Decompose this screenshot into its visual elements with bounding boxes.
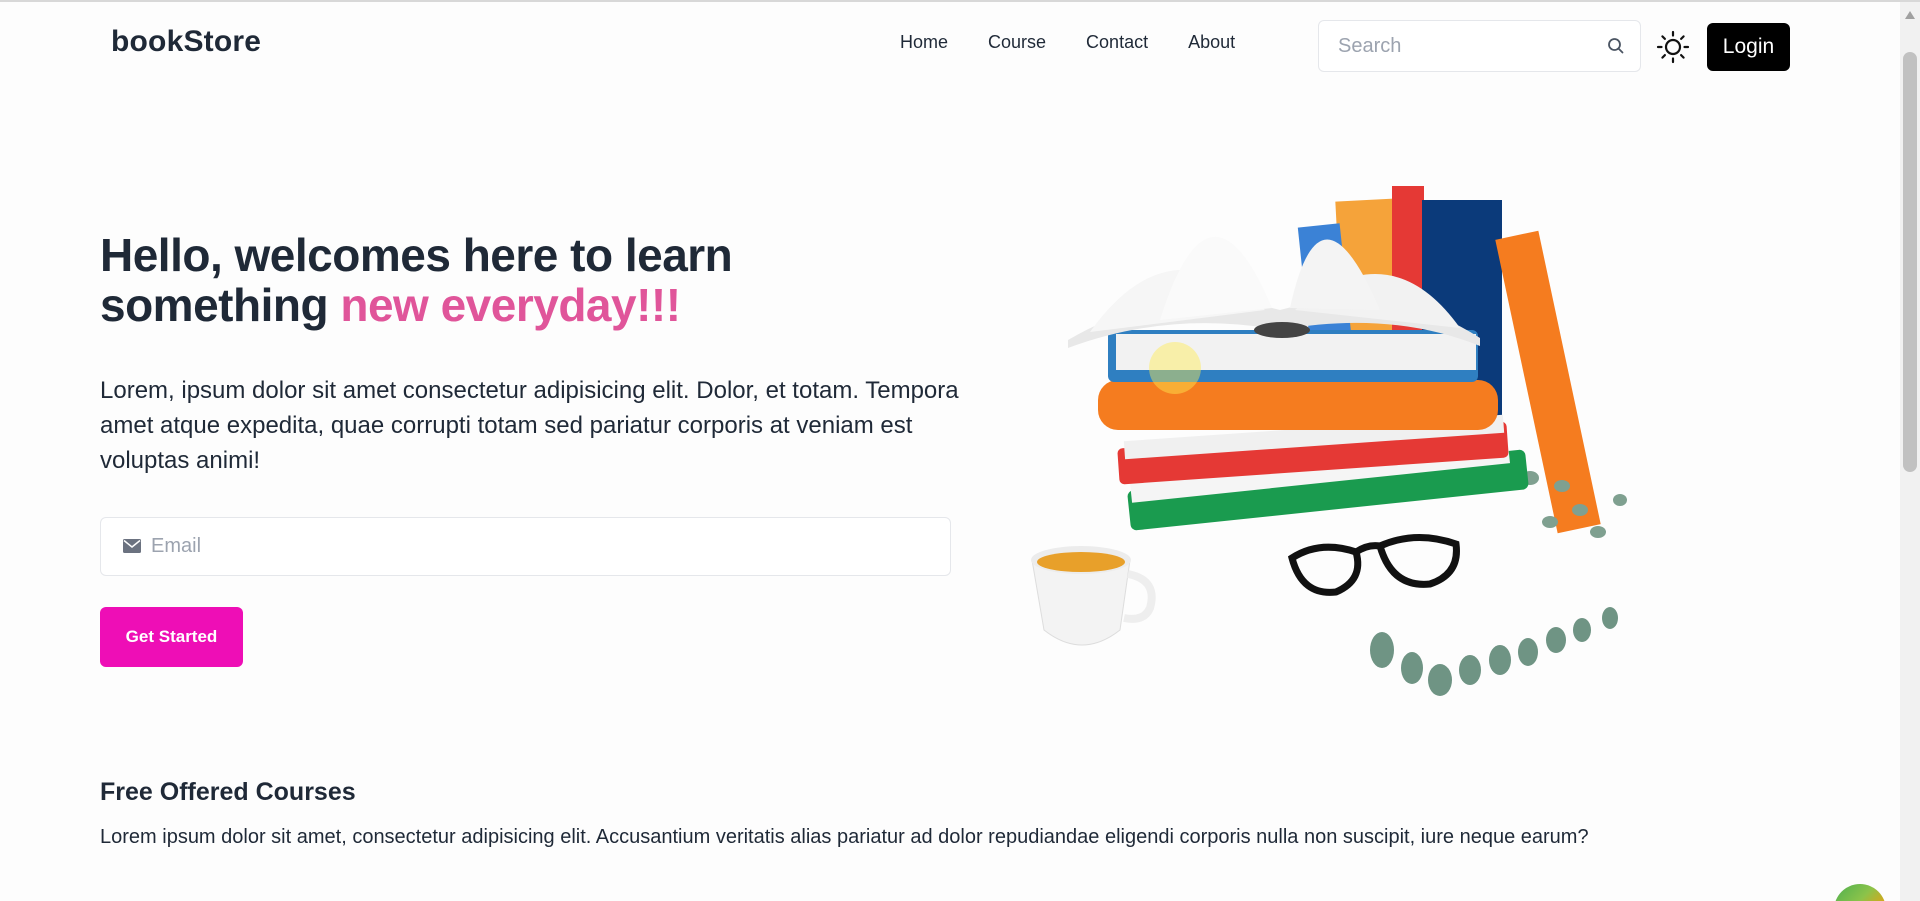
nav-link-contact[interactable]: Contact bbox=[1086, 32, 1148, 53]
nav-link-home[interactable]: Home bbox=[900, 32, 948, 53]
search-input[interactable] bbox=[1319, 21, 1599, 71]
scroll-up-arrow-icon[interactable] bbox=[1904, 10, 1916, 20]
floating-widget-icon[interactable] bbox=[1834, 884, 1886, 901]
email-field bbox=[100, 517, 951, 576]
hero-title-accent: new everyday!!! bbox=[340, 279, 681, 331]
login-button[interactable]: Login bbox=[1707, 23, 1790, 71]
search-icon[interactable] bbox=[1606, 36, 1626, 56]
nav-link-about[interactable]: About bbox=[1188, 32, 1235, 53]
books-illustration bbox=[1031, 186, 1627, 696]
sun-icon[interactable] bbox=[1656, 30, 1690, 64]
get-started-button[interactable]: Get Started bbox=[100, 607, 243, 667]
mail-icon bbox=[123, 539, 141, 553]
scrollbar-thumb[interactable] bbox=[1903, 52, 1917, 472]
hero-title: Hello, welcomes here to learn something … bbox=[100, 230, 960, 330]
nav-link-course[interactable]: Course bbox=[988, 32, 1046, 53]
nav-links: Home Course Contact About bbox=[900, 32, 1275, 53]
navbar: bookStore Home Course Contact About Logi… bbox=[0, 2, 1900, 88]
email-input[interactable] bbox=[151, 518, 931, 575]
section-title: Free Offered Courses bbox=[100, 778, 356, 806]
hero-description: Lorem, ipsum dolor sit amet consectetur … bbox=[100, 377, 959, 474]
search-box bbox=[1318, 20, 1641, 72]
logo[interactable]: bookStore bbox=[111, 25, 261, 59]
section-description: Lorem ipsum dolor sit amet, consectetur … bbox=[100, 826, 1589, 848]
cursor-highlight bbox=[1149, 342, 1201, 394]
